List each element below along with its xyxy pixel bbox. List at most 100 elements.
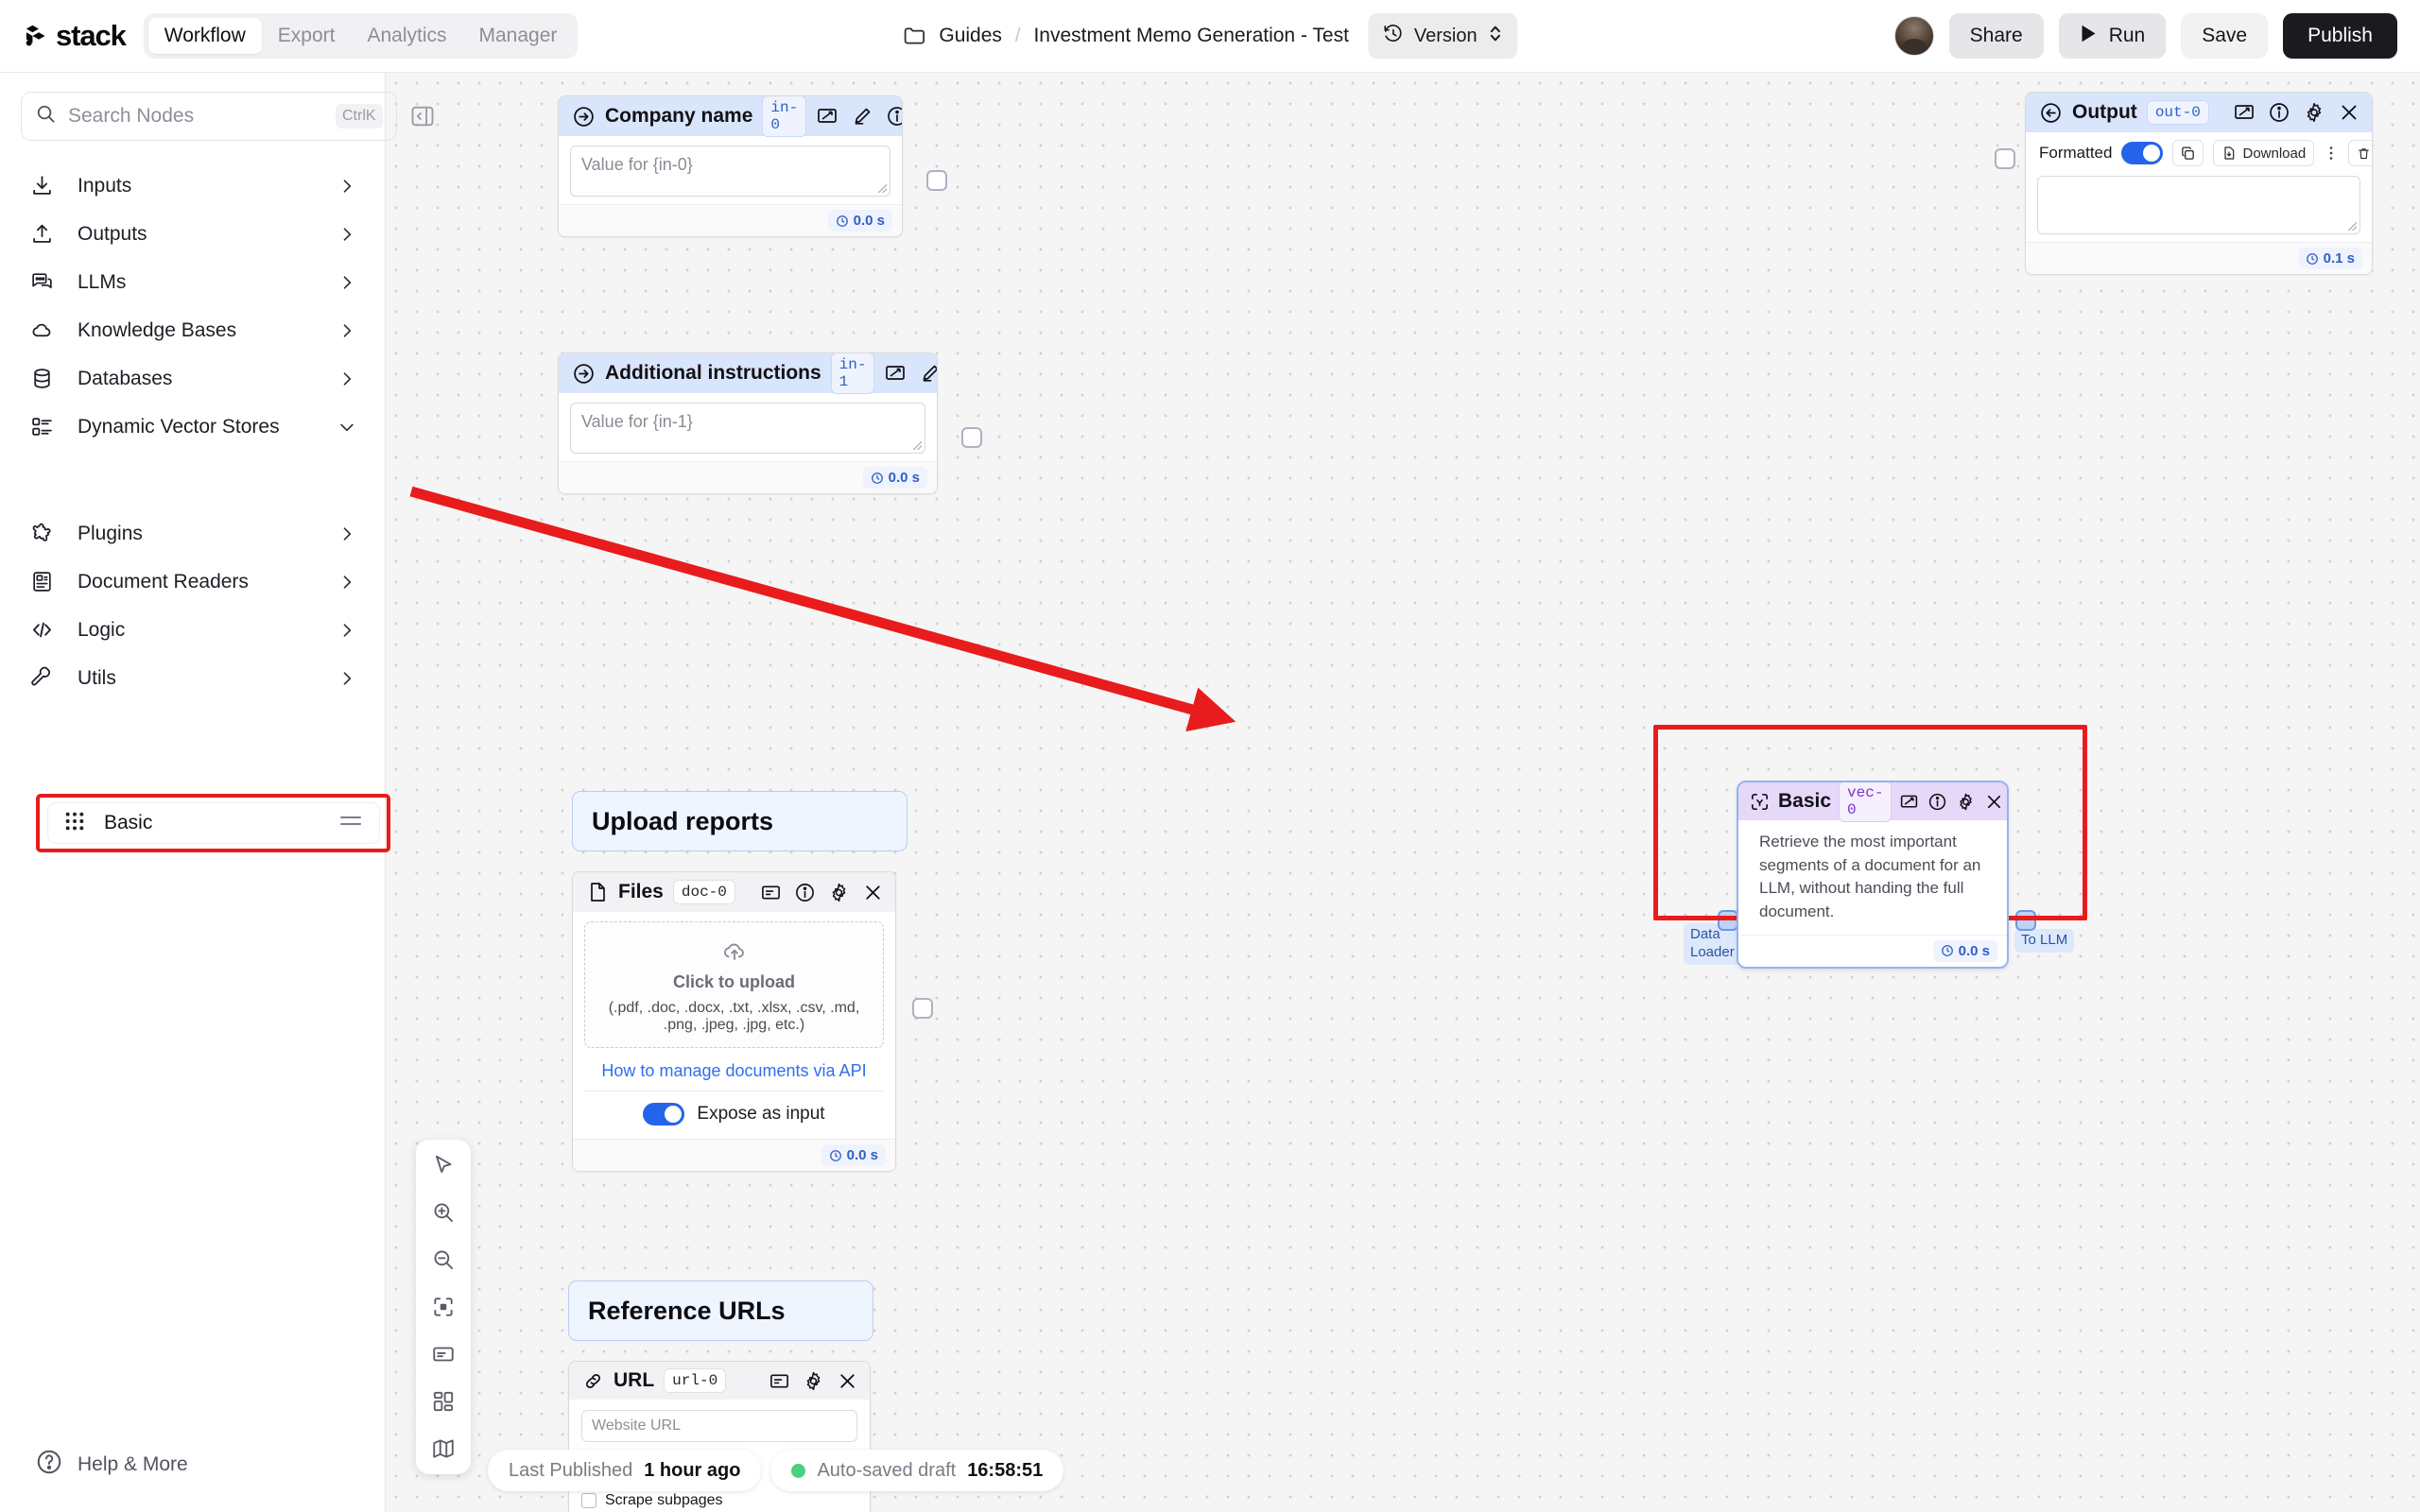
wrench-icon [30,666,60,690]
download-button[interactable]: Download [2213,140,2315,166]
kebab-menu-icon[interactable] [2324,144,2339,163]
info-icon[interactable] [886,105,902,128]
rename-box-icon[interactable] [1899,792,1919,812]
save-button[interactable]: Save [2181,13,2269,59]
collapse-sidebar-button[interactable] [406,100,439,132]
last-published-label: Last Published [509,1459,633,1481]
node-header[interactable]: Basic vec-0 [1738,782,2007,822]
sidebar-item-dynamic-vector-stores[interactable]: Dynamic Vector Stores [0,403,385,451]
top-bar: stack Workflow Export Analytics Manager … [0,0,2420,73]
note-icon[interactable] [424,1338,462,1370]
scrape-subpages-label: Scrape subpages [605,1492,723,1508]
run-button[interactable]: Run [2058,13,2167,59]
output-textarea[interactable] [2037,176,2360,234]
cursor-icon[interactable] [424,1149,462,1181]
node-input-handle[interactable] [1995,148,2015,169]
drag-handle-icon[interactable] [338,813,363,834]
database-icon [30,367,60,390]
formatted-toggle[interactable] [2121,142,2164,164]
breadcrumb-current[interactable]: Investment Memo Generation - Test [1033,25,1348,47]
node-header[interactable]: Output out-0 [2026,93,2372,132]
scrape-subpages-row[interactable]: Scrape subpages [581,1492,857,1509]
clear-button[interactable]: Clear [2348,140,2372,166]
node-title: Files [618,881,664,902]
sidebar-item-outputs[interactable]: Outputs [0,210,385,258]
node-output-handle[interactable] [926,170,947,191]
search-input-wrapper[interactable]: CtrlK [21,92,397,141]
note-icon[interactable] [760,882,782,903]
node-additional-instructions[interactable]: Additional instructions in-1 Value for {… [558,352,982,494]
tab-analytics[interactable]: Analytics [351,18,462,54]
manage-documents-api-link[interactable]: How to manage documents via API [584,1061,884,1081]
avatar[interactable] [1893,16,1934,56]
node-output-handle[interactable] [912,998,933,1019]
zoom-out-icon[interactable] [424,1244,462,1276]
edit-pencil-icon[interactable] [919,362,937,385]
close-icon[interactable] [862,882,884,903]
info-icon[interactable] [1927,792,1947,812]
sidebar-item-plugins[interactable]: Plugins [0,509,385,558]
breadcrumb-root[interactable]: Guides [939,25,1002,47]
info-icon[interactable] [2268,101,2290,124]
version-selector[interactable]: Version [1367,13,1518,59]
gear-icon[interactable] [2303,101,2325,124]
node-header[interactable]: Files doc-0 [573,872,895,912]
node-company-name[interactable]: Company name in-0 Value for {in-0} 0.0 s [558,95,947,237]
website-url-input[interactable]: Website URL [581,1410,857,1442]
file-dropzone[interactable]: Click to upload (.pdf, .doc, .docx, .txt… [584,921,884,1048]
node-header[interactable]: Additional instructions in-1 [559,353,937,394]
fit-view-icon[interactable] [424,1291,462,1323]
sidebar-item-label: Knowledge Bases [78,318,237,341]
vector-data-loader-handle[interactable] [1718,910,1738,931]
node-output-handle[interactable] [961,427,982,448]
sidebar-item-document-readers[interactable]: Document Readers [0,558,385,606]
rename-box-icon[interactable] [2233,101,2256,124]
note-icon[interactable] [769,1370,790,1392]
rename-box-icon[interactable] [816,105,838,128]
help-and-more-button[interactable]: Help & More [0,1448,386,1482]
sidebar-item-inputs[interactable]: Inputs [0,162,385,210]
close-icon[interactable] [837,1370,858,1392]
node-header[interactable]: URL url-0 [569,1362,870,1400]
additional-instructions-input[interactable]: Value for {in-1} [570,403,925,454]
node-vector-basic[interactable]: Basic vec-0 Retrieve the most important … [1737,781,2009,969]
workflow-canvas[interactable]: Company name in-0 Value for {in-0} 0.0 s… [386,73,2420,1512]
zoom-in-icon[interactable] [424,1196,462,1228]
node-footer: 0.0 s [559,461,937,493]
sidebar-item-knowledge-bases[interactable]: Knowledge Bases [0,306,385,354]
expose-as-input-toggle[interactable] [643,1103,685,1125]
sidebar-item-logic[interactable]: Logic [0,606,385,654]
group-label-reference-urls[interactable]: Reference URLs [568,1280,873,1341]
gear-icon[interactable] [828,882,850,903]
sidebar-item-databases[interactable]: Databases [0,354,385,403]
scrape-subpages-checkbox[interactable] [581,1493,596,1508]
info-icon[interactable] [794,882,816,903]
tab-export[interactable]: Export [262,18,352,54]
gear-icon[interactable] [1956,792,1976,812]
gear-icon[interactable] [803,1370,824,1392]
sidebar-item-llms[interactable]: LLMs [0,258,385,306]
layout-grid-icon[interactable] [424,1385,462,1418]
close-icon[interactable] [2338,101,2360,124]
company-name-input[interactable]: Value for {in-0} [570,146,890,197]
input-arrow-icon [572,105,596,129]
sidebar-item-basic[interactable]: Basic [47,802,380,844]
node-files[interactable]: Files doc-0 Click to upload (.pdf, .doc,… [572,871,933,1172]
vector-to-llm-handle[interactable] [2015,910,2036,931]
node-output[interactable]: Output out-0 Formatted Download 0.1 s [1995,92,2373,275]
brand-logo[interactable]: stack [25,19,127,53]
sidebar-item-utils[interactable]: Utils [0,654,385,702]
node-header[interactable]: Company name in-0 [559,96,902,137]
tab-workflow[interactable]: Workflow [147,18,262,54]
copy-button[interactable] [2172,140,2204,166]
close-icon[interactable] [1984,792,2004,812]
minimap-icon[interactable] [424,1433,462,1465]
share-button[interactable]: Share [1948,13,2044,59]
edit-pencil-icon[interactable] [851,105,873,128]
group-label-upload-reports[interactable]: Upload reports [572,791,908,851]
tab-manager[interactable]: Manager [463,18,574,54]
publish-button[interactable]: Publish [2283,13,2397,59]
node-id-chip: in-1 [830,353,875,394]
rename-box-icon[interactable] [884,362,907,385]
search-input[interactable] [68,105,324,128]
